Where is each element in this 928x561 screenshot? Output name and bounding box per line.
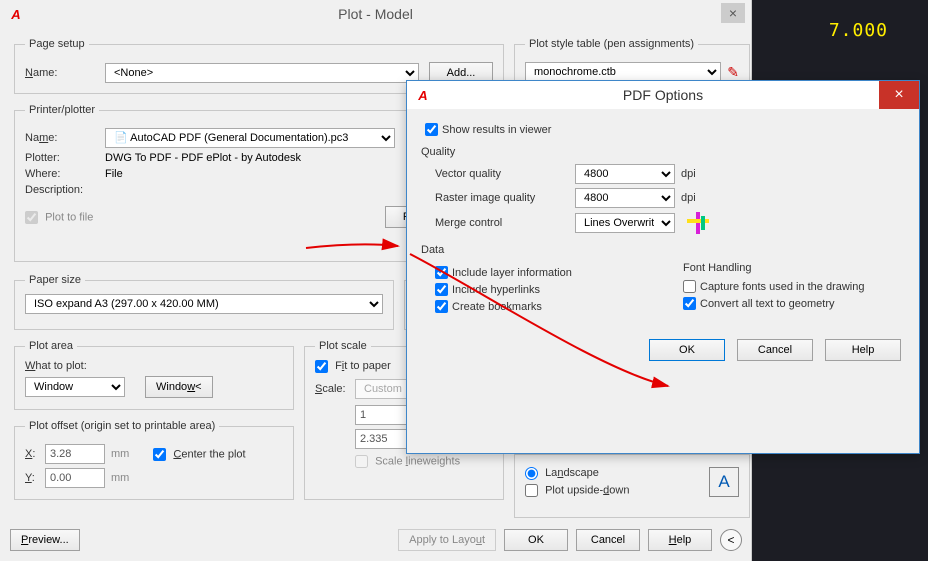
scale-label: Scale: [315,383,355,395]
preview-button[interactable]: Preview... [10,529,80,551]
plot-area-legend: Plot area [25,340,77,352]
upside-down-checkbox[interactable]: Plot upside-down [525,484,629,497]
printer-name-label: Name: [25,132,105,144]
pdf-title: PDF Options [623,87,703,103]
fit-to-paper-checkbox[interactable]: Fit to paper [315,360,391,372]
where-value: File [105,168,123,180]
scale-lineweights-checkbox: Scale lineweights [355,455,493,468]
show-results-checkbox[interactable]: Show results in viewer [425,123,901,136]
what-to-plot-label: What to plot: [25,360,283,372]
merge-control-select[interactable]: Lines Overwrite [575,213,675,233]
raster-quality-label: Raster image quality [435,192,575,204]
paper-size-group: Paper size ISO expand A3 (297.00 x 420.0… [14,274,394,330]
raster-dpi: dpi [681,192,696,204]
offset-x-unit: mm [111,448,129,460]
plot-cancel-button[interactable]: Cancel [576,529,640,551]
where-label: Where: [25,168,105,180]
plot-help-button[interactable]: Help [648,529,712,551]
pdf-cancel-button[interactable]: Cancel [737,339,813,361]
font-handling-legend: Font Handling [683,262,901,274]
plotter-value: DWG To PDF - PDF ePlot - by Autodesk [105,152,301,164]
raster-quality-select[interactable]: 4800 [575,188,675,208]
offset-y-input [45,468,105,488]
paper-size-select[interactable]: ISO expand A3 (297.00 x 420.00 MM) [25,294,383,314]
convert-to-geometry-checkbox[interactable]: Convert all text to geometry [683,297,901,310]
paper-size-legend: Paper size [25,274,85,286]
plot-title: Plot - Model [338,6,413,22]
pdf-close-button[interactable]: × [879,81,919,109]
orientation-group: Landscape Plot upside-down A [514,454,750,518]
status-number: 7.000 [829,20,888,41]
capture-fonts-checkbox[interactable]: Capture fonts used in the drawing [683,280,901,293]
plot-titlebar: A Plot - Model × [0,0,751,28]
offset-y-label: Y: [25,472,45,484]
plot-style-edit-icon[interactable]: ✎ [727,64,739,81]
plot-bottom-bar: Preview... Apply to Layout OK Cancel Hel… [0,529,752,551]
vector-quality-label: Vector quality [435,168,575,180]
plot-area-group: Plot area What to plot: Window Window< [14,340,294,410]
pdf-titlebar: A PDF Options × [407,81,919,109]
page-setup-name-label: NName:ame: [25,67,105,79]
plot-ok-button[interactable]: OK [504,529,568,551]
description-label: Description: [25,184,105,196]
plot-scale-legend: Plot scale [315,340,371,352]
plotter-label: Plotter: [25,152,105,164]
plot-offset-group: Plot offset (origin set to printable are… [14,420,294,500]
printer-legend: Printer/plotter [25,104,99,116]
autocad-icon: A [415,87,431,103]
orientation-icon: A [709,467,739,497]
data-legend: Data [421,244,901,256]
merge-icon [687,212,709,234]
plot-close-button[interactable]: × [721,3,745,23]
merge-control-label: Merge control [435,217,575,229]
plot-style-legend: Plot style table (pen assignments) [525,38,698,50]
vector-quality-select[interactable]: 4800 [575,164,675,184]
include-hyperlinks-checkbox[interactable]: Include hyperlinks [435,283,653,296]
pdf-options-dialog: A PDF Options × Show results in viewer Q… [406,80,920,454]
quality-legend: Quality [421,146,901,158]
pdf-body: Show results in viewer Quality Vector qu… [407,109,919,371]
offset-x-label: X: [25,448,45,460]
apply-to-layout-button: Apply to Layout [398,529,496,551]
offset-x-input [45,444,105,464]
create-bookmarks-checkbox[interactable]: Create bookmarks [435,300,653,313]
pdf-ok-button[interactable]: OK [649,339,725,361]
center-plot-checkbox[interactable]: Center the plot [153,448,245,461]
what-to-plot-select[interactable]: Window [25,377,125,397]
window-pick-button[interactable]: Window< [145,376,213,398]
expand-button[interactable]: < [720,529,742,551]
page-setup-name-select[interactable]: <None> [105,63,419,83]
printer-name-select[interactable]: 📄 AutoCAD PDF (General Documentation).pc… [105,128,395,148]
offset-y-unit: mm [111,472,129,484]
autocad-icon: A [8,6,24,22]
plot-style-select[interactable]: monochrome.ctb [525,62,721,82]
include-layer-checkbox[interactable]: Include layer information [435,266,653,279]
pdf-button-row: OK Cancel Help [425,339,901,361]
landscape-radio[interactable]: Landscape [525,467,599,479]
plot-to-file-checkbox: Plot to file [25,211,93,224]
vector-dpi: dpi [681,168,696,180]
page-setup-legend: Page setup [25,38,89,50]
pdf-help-button[interactable]: Help [825,339,901,361]
plot-offset-legend: Plot offset (origin set to printable are… [25,420,219,432]
